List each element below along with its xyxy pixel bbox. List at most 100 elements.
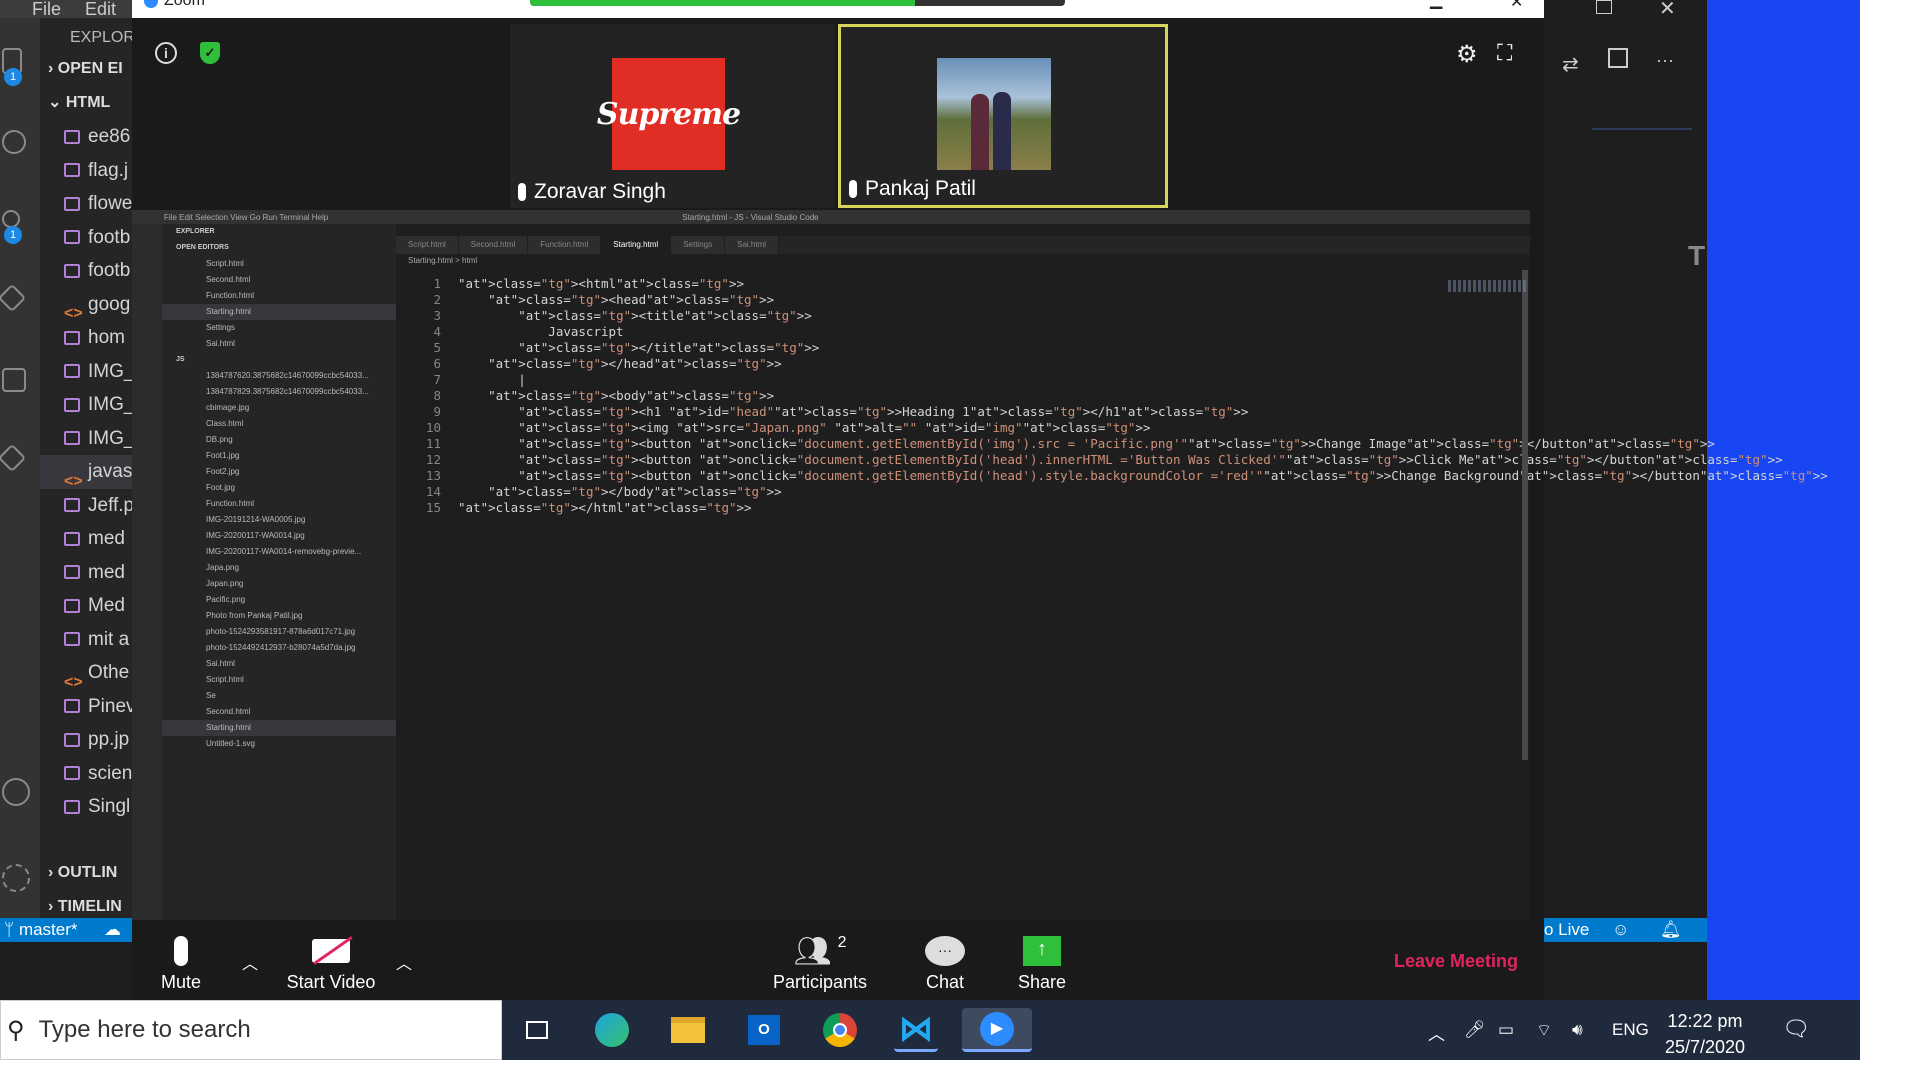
shared-folder-file-item[interactable]: Foot1.jpg [162,448,396,464]
shared-folder-file-item[interactable]: cbimage.jpg [162,400,396,416]
shared-folder-file-item[interactable]: Se [162,688,396,704]
participants-button[interactable]: 👥︎ 2 Participants [770,930,870,993]
branch-status[interactable]: ᛘ master* [4,920,78,940]
file-item[interactable]: flowe [40,187,134,221]
file-item[interactable]: <> javas [40,455,134,490]
shared-folder-file-item[interactable]: Class.html [162,416,396,432]
notifications-icon[interactable]: 🔔︎ [1660,920,1682,940]
shared-folder-file-item[interactable]: Starting.html [162,720,396,736]
shared-folder-file-item[interactable]: Untitled-1.svg [162,736,396,752]
maximize-icon[interactable] [1596,0,1612,14]
shared-folder-file-item[interactable]: photo-1524492412937-b28074a5d7da.jpg [162,640,396,656]
file-item[interactable]: Med [40,589,134,623]
file-item[interactable]: <> goog [40,288,134,323]
shared-open-editor-item[interactable]: Sai.html [162,336,396,352]
info-icon[interactable]: i [155,42,177,64]
sync-icon[interactable]: ☁ [104,920,121,940]
shared-tab[interactable]: Second.html [458,236,529,254]
shared-tab[interactable]: Settings [671,236,726,254]
leave-meeting-button[interactable]: Leave Meeting [1394,951,1518,972]
open-editors-section[interactable]: › OPEN EI [40,52,134,86]
shared-folder-file-item[interactable]: Photo from Pankaj Patil.jpg [162,608,396,624]
encryption-shield-icon[interactable]: ✓ [200,42,220,64]
compare-icon[interactable]: ⇄ [1562,52,1579,77]
remote-icon[interactable] [0,443,27,473]
file-item[interactable]: scien [40,757,134,791]
more-actions-icon[interactable]: ··· [1656,50,1674,71]
video-options-caret[interactable]: ︿ [396,950,412,974]
menu-edit[interactable]: Edit [85,0,116,20]
shared-folder-file-item[interactable]: Second.html [162,704,396,720]
shared-folder-file-item[interactable]: Sai.html [162,656,396,672]
zoom-minimize-icon[interactable]: ▁ [1430,0,1442,10]
shared-open-editor-item[interactable]: Script.html [162,256,396,272]
shared-folder-file-item[interactable]: Foot.jpg [162,480,396,496]
file-item[interactable]: <> Othe [40,656,134,691]
tray-mic-icon[interactable]: 🎤︎ [1464,1020,1486,1040]
html-folder-section[interactable]: ⌄ HTML [40,86,134,120]
file-item[interactable]: footb [40,221,134,255]
file-item[interactable]: Singl [40,790,134,824]
language-indicator[interactable]: ENG [1612,1020,1649,1040]
file-explorer-icon[interactable] [666,1008,710,1052]
outline-section[interactable]: › OUTLIN [40,856,134,890]
file-item[interactable]: pp.jp [40,723,134,757]
file-item[interactable]: ee86 [40,120,134,154]
shared-folder-file-item[interactable]: Japa.png [162,560,396,576]
file-item[interactable]: Jeff.p [40,489,134,523]
shared-folder-file-item[interactable]: Foot2.jpg [162,464,396,480]
shared-folder-file-item[interactable]: photo-1524293581917-878a6d017c71.jpg [162,624,396,640]
shared-tab[interactable]: Script.html [396,236,459,254]
file-item[interactable]: IMG_ [40,388,134,422]
shared-open-editor-item[interactable]: Starting.html [162,304,396,320]
volume-icon[interactable]: 🔊︎ [1572,1020,1583,1040]
shared-folder-file-item[interactable]: IMG-20200117-WA0014-removebg-previe... [162,544,396,560]
live-share-status[interactable]: o Live [1544,920,1589,940]
file-item[interactable]: med [40,556,134,590]
file-item[interactable]: flag.j [40,154,134,188]
notification-center-icon[interactable]: 🗨︎ [1782,1016,1810,1042]
share-button[interactable]: ↑ Share [1012,930,1072,993]
shared-folder-file-item[interactable]: Pacific.png [162,592,396,608]
shared-tab[interactable]: Starting.html [601,236,672,254]
settings-gear-icon[interactable]: ⚙ [1456,40,1478,69]
shared-folder-file-item[interactable]: 1384787620.3875682c14670099ccbc54033... [162,368,396,384]
zoom-taskbar-icon[interactable]: ▶ [962,1008,1032,1052]
feedback-icon[interactable]: ☺ [1612,920,1629,940]
tray-overflow-icon[interactable]: ︿ [1428,1020,1445,1045]
search-icon[interactable] [2,130,26,154]
vscode-taskbar-icon[interactable]: ⋈ [894,1008,938,1052]
file-item[interactable]: hom [40,321,134,355]
task-view-icon[interactable] [515,1008,559,1052]
shared-tab[interactable]: Function.html [528,236,602,254]
shared-tab[interactable]: Sai.html [725,236,780,254]
file-item[interactable]: IMG_ [40,422,134,456]
file-item[interactable]: med [40,522,134,556]
taskbar-search[interactable]: ⚲ Type here to search [0,1000,502,1060]
fullscreen-icon[interactable]: ⛶ [1497,40,1512,66]
file-item[interactable]: footb [40,254,134,288]
wifi-icon[interactable]: ⌔ [1536,1020,1552,1041]
shared-folder-file-item[interactable]: Function.html [162,496,396,512]
edge-icon[interactable] [590,1008,634,1052]
shared-folder-file-item[interactable]: Japan.png [162,576,396,592]
close-icon[interactable]: ✕ [1659,0,1676,21]
shared-open-editor-item[interactable]: Function.html [162,288,396,304]
menu-file[interactable]: File [32,0,61,20]
shared-folder-file-item[interactable]: IMG-20200117-WA0014.jpg [162,528,396,544]
shared-folder-file-item[interactable]: 1384787829.3875682c14670099ccbc54033... [162,384,396,400]
settings-gear-icon[interactable] [2,864,30,892]
file-item[interactable]: Pinev [40,690,134,724]
shared-folder-file-item[interactable]: Script.html [162,672,396,688]
file-item[interactable]: IMG_ [40,355,134,389]
account-icon[interactable] [2,778,30,806]
extensions-icon[interactable] [2,368,26,392]
run-icon[interactable] [0,283,27,313]
chrome-icon[interactable] [818,1008,862,1052]
battery-icon[interactable]: ▭ [1498,1020,1514,1040]
split-editor-icon[interactable] [1608,48,1628,68]
outlook-icon[interactable]: O [742,1008,786,1052]
audio-options-caret[interactable]: ︿ [242,950,258,974]
chat-button[interactable]: ··· Chat [920,930,970,993]
zoom-close-icon[interactable]: ✕ [1510,0,1523,12]
